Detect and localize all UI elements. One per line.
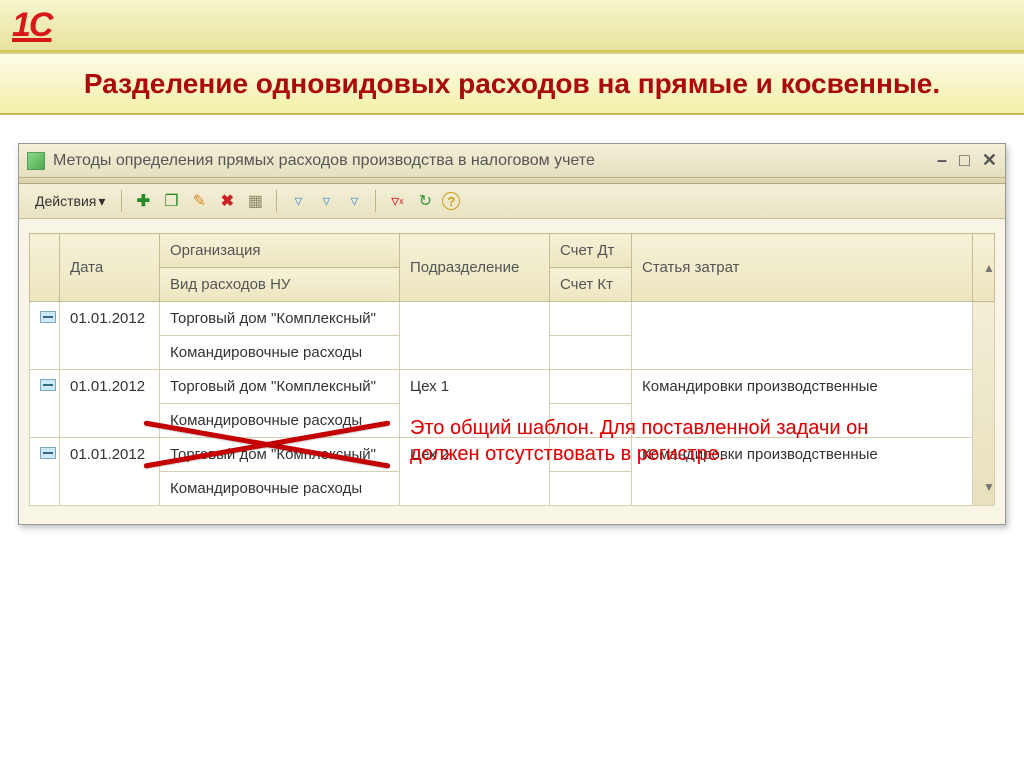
cell-acc-dt[interactable]	[550, 370, 632, 404]
toolbar-separator	[276, 190, 277, 212]
col-acc-dt[interactable]: Счет Дт	[550, 234, 632, 268]
grid-container: Дата Организация Подразделение Счет Дт С…	[19, 219, 1005, 524]
row-record-icon	[40, 379, 56, 391]
cell-acc-kt[interactable]	[550, 404, 632, 438]
cell-expense-type[interactable]: Командировочные расходы	[160, 336, 400, 370]
maximize-button[interactable]: □	[959, 150, 970, 171]
col-department[interactable]: Подразделение	[400, 234, 550, 302]
filter-set-icon[interactable]: ▿	[287, 190, 309, 212]
refresh-icon[interactable]: ↻	[414, 190, 436, 212]
cell-department[interactable]	[400, 302, 550, 370]
cell-acc-kt[interactable]	[550, 336, 632, 370]
app-window: Методы определения прямых расходов произ…	[18, 143, 1006, 525]
cell-cost-item[interactable]: Командировки производственные	[632, 370, 973, 438]
cell-cost-item[interactable]	[632, 302, 973, 370]
col-org[interactable]: Организация	[160, 234, 400, 268]
window-controls: – □ ✕	[937, 150, 997, 171]
row-record-icon	[40, 311, 56, 323]
cell-org[interactable]: Торговый дом "Комплексный"	[160, 370, 400, 404]
cell-date[interactable]: 01.01.2012	[60, 438, 160, 506]
logo-1c: 1C	[12, 6, 51, 45]
cell-org[interactable]: Торговый дом "Комплексный"	[160, 302, 400, 336]
toolbar: Действия ▾ ✚ ❐ ✎ ✖ ▦ ▿ ▿ ▿ ▿x ↻ ?	[19, 184, 1005, 219]
cell-department[interactable]: Цех 1	[400, 370, 550, 438]
col-expense-type[interactable]: Вид расходов НУ	[160, 268, 400, 302]
slide-title: Разделение одновидовых расходов на прямы…	[40, 66, 984, 101]
copy-icon[interactable]: ❐	[160, 190, 182, 212]
cell-expense-type[interactable]: Командировочные расходы	[160, 404, 400, 438]
toolbar-separator	[121, 190, 122, 212]
brand-bar: 1C	[0, 0, 1024, 52]
toolbar-separator	[375, 190, 376, 212]
col-cost-item[interactable]: Статья затрат	[632, 234, 973, 302]
delete-icon[interactable]: ✖	[216, 190, 238, 212]
scroll-up-button[interactable]: ▲	[973, 234, 995, 302]
filter-by-value-icon[interactable]: ▿	[315, 190, 337, 212]
cell-date[interactable]: 01.01.2012	[60, 370, 160, 438]
cell-acc-dt[interactable]	[550, 438, 632, 472]
chevron-down-icon: ▾	[98, 193, 105, 210]
filter-config-icon[interactable]: ▿	[343, 190, 365, 212]
table-row[interactable]: 01.01.2012 Торговый дом "Комплексный" Це…	[30, 438, 995, 472]
scroll-down-button[interactable]: ▼	[973, 302, 995, 506]
cell-expense-type[interactable]: Командировочные расходы	[160, 472, 400, 506]
register-icon	[27, 152, 45, 170]
close-button[interactable]: ✕	[982, 150, 997, 171]
actions-menu-button[interactable]: Действия ▾	[29, 191, 111, 212]
window-title: Методы определения прямых расходов произ…	[53, 152, 595, 170]
help-icon[interactable]: ?	[442, 192, 460, 210]
grid-settings-icon[interactable]: ▦	[244, 190, 266, 212]
cell-cost-item[interactable]: Командировки производственные	[632, 438, 973, 506]
table-row[interactable]: 01.01.2012 Торговый дом "Комплексный" Це…	[30, 370, 995, 404]
row-record-icon	[40, 447, 56, 459]
data-grid[interactable]: Дата Организация Подразделение Счет Дт С…	[29, 233, 995, 506]
slide-title-bar: Разделение одновидовых расходов на прямы…	[0, 52, 1024, 115]
col-date[interactable]: Дата	[60, 234, 160, 302]
cell-date[interactable]: 01.01.2012	[60, 302, 160, 370]
filter-clear-icon[interactable]: ▿x	[386, 190, 408, 212]
edit-icon[interactable]: ✎	[188, 190, 210, 212]
cell-department[interactable]: Цех 2	[400, 438, 550, 506]
add-icon[interactable]: ✚	[132, 190, 154, 212]
cell-acc-kt[interactable]	[550, 472, 632, 506]
table-row[interactable]: 01.01.2012 Торговый дом "Комплексный" ▼	[30, 302, 995, 336]
cell-org[interactable]: Торговый дом "Комплексный"	[160, 438, 400, 472]
window-titlebar: Методы определения прямых расходов произ…	[19, 144, 1005, 178]
header-row-1: Дата Организация Подразделение Счет Дт С…	[30, 234, 995, 268]
cell-acc-dt[interactable]	[550, 302, 632, 336]
minimize-button[interactable]: –	[937, 150, 947, 171]
col-acc-kt[interactable]: Счет Кт	[550, 268, 632, 302]
col-indicator[interactable]	[30, 234, 60, 302]
actions-label: Действия	[35, 193, 96, 209]
